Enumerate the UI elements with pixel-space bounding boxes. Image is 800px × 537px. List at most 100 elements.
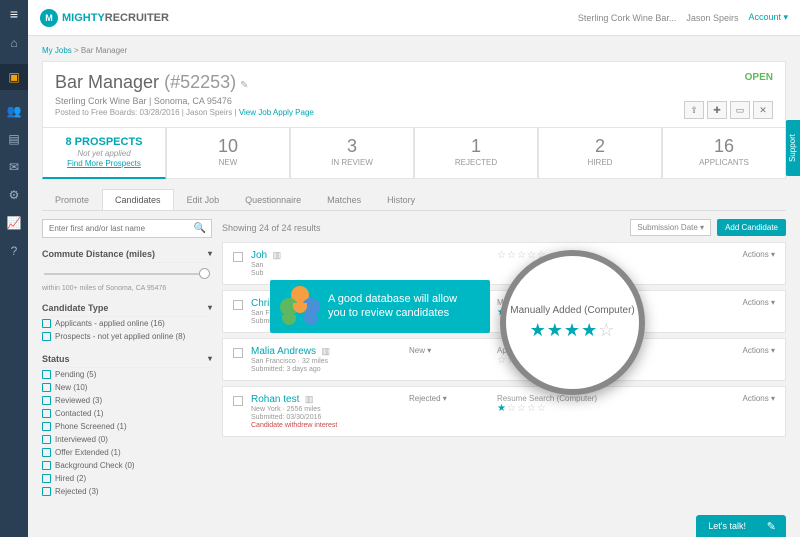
find-prospects-link[interactable]: Find More Prospects	[67, 159, 141, 168]
edit-icon[interactable]: ✎	[240, 80, 248, 91]
checkbox-icon[interactable]	[42, 370, 51, 379]
candidate-name[interactable]: Malia Andrews	[251, 346, 316, 357]
checkbox-icon[interactable]	[42, 332, 51, 341]
actions-menu[interactable]: Actions ▾	[743, 394, 775, 403]
archive-icon[interactable]: ▭	[730, 101, 750, 119]
status-dropdown[interactable]: New ▾	[409, 346, 489, 355]
tab-row: Promote Candidates Edit Job Questionnair…	[42, 189, 786, 211]
checkbox-icon[interactable]	[42, 319, 51, 328]
checkbox-icon[interactable]	[42, 409, 51, 418]
candidate-row[interactable]: Joh ▥SanSub☆☆☆☆☆Actions ▾	[222, 242, 786, 285]
stat-applicants[interactable]: 16APPLICANTS	[662, 128, 786, 179]
checkbox-icon[interactable]	[42, 474, 51, 483]
job-status-badge: OPEN	[745, 72, 773, 83]
checkbox-icon[interactable]	[42, 435, 51, 444]
commute-slider[interactable]	[44, 273, 210, 275]
checkbox-icon[interactable]	[42, 383, 51, 392]
document-icon[interactable]: ▥	[270, 250, 281, 260]
filter-checkbox[interactable]: New (10)	[42, 381, 212, 394]
filter-checkbox[interactable]: Hired (2)	[42, 472, 212, 485]
reports-icon[interactable]: 📈	[0, 216, 28, 230]
briefcase-icon[interactable]: ▣	[0, 64, 28, 90]
chevron-down-icon[interactable]: ▾	[208, 354, 212, 364]
tooltip-bubble: A good database will allow you to review…	[270, 280, 490, 333]
stat-prospects[interactable]: 8 PROSPECTS Not yet applied Find More Pr…	[42, 128, 166, 179]
row-checkbox[interactable]	[233, 252, 243, 262]
row-checkbox[interactable]	[233, 348, 243, 358]
candidate-name[interactable]: Rohan test	[251, 394, 299, 405]
row-checkbox[interactable]	[233, 300, 243, 310]
people-icon[interactable]: 👥	[0, 104, 28, 118]
tab-history[interactable]: History	[374, 189, 428, 210]
add-candidate-button[interactable]: Add Candidate	[717, 219, 786, 236]
rating-stars[interactable]: ★☆☆☆☆	[497, 403, 735, 414]
stat-hired[interactable]: 2HIRED	[538, 128, 662, 179]
filter-checkbox[interactable]: Pending (5)	[42, 368, 212, 381]
filter-checkbox[interactable]: Interviewed (0)	[42, 433, 212, 446]
crumb-myjobs[interactable]: My Jobs	[42, 46, 72, 55]
filter-checkbox[interactable]: Prospects - not yet applied online (8)	[42, 330, 212, 343]
filter-checkbox[interactable]: Background Check (0)	[42, 459, 212, 472]
search-input[interactable]	[42, 219, 212, 238]
candidate-name[interactable]: Joh	[251, 250, 267, 261]
filter-checkbox[interactable]: Offer Extended (1)	[42, 446, 212, 459]
hamburger-icon[interactable]: ≡	[10, 6, 18, 22]
tab-questionnaire[interactable]: Questionnaire	[232, 189, 314, 210]
actions-menu[interactable]: Actions ▾	[743, 346, 775, 355]
search-icon[interactable]: 🔍	[194, 223, 206, 234]
actions-menu[interactable]: Actions ▾	[743, 298, 775, 307]
logo-text-1: MIGHTY	[62, 12, 105, 24]
tab-promote[interactable]: Promote	[42, 189, 102, 210]
add-user-icon[interactable]: ✚	[707, 101, 727, 119]
filter-checkbox[interactable]: Contacted (1)	[42, 407, 212, 420]
filter-checkbox[interactable]: Phone Screened (1)	[42, 420, 212, 433]
logo[interactable]: M MIGHTYRECRUITER	[40, 9, 169, 27]
user-name[interactable]: Jason Speirs	[686, 13, 738, 23]
settings-icon[interactable]: ⚙	[0, 188, 28, 202]
job-header: Bar Manager (#52253)✎ OPEN Sterling Cork…	[42, 61, 786, 128]
document-icon[interactable]: ▥	[302, 394, 313, 404]
checkbox-icon[interactable]	[42, 461, 51, 470]
lens-stars: ★★★★☆	[530, 320, 616, 341]
view-apply-link[interactable]: View Job Apply Page	[239, 108, 314, 117]
filter-checkbox[interactable]: Applicants - applied online (16)	[42, 317, 212, 330]
close-icon[interactable]: ✕	[753, 101, 773, 119]
stats-row: 8 PROSPECTS Not yet applied Find More Pr…	[42, 128, 786, 179]
document-icon[interactable]: ▤	[0, 132, 28, 146]
checkbox-icon[interactable]	[42, 487, 51, 496]
company-name[interactable]: Sterling Cork Wine Bar...	[578, 13, 677, 23]
chat-icon[interactable]: ✉	[0, 160, 28, 174]
rating-stars[interactable]: ☆☆☆☆☆	[497, 250, 735, 261]
chat-widget[interactable]: Let's talk! ✎	[696, 515, 786, 537]
chevron-down-icon[interactable]: ▾	[208, 303, 212, 313]
stat-new[interactable]: 10NEW	[166, 128, 290, 179]
chevron-down-icon[interactable]: ▾	[208, 249, 212, 259]
row-checkbox[interactable]	[233, 396, 243, 406]
filter-checkbox[interactable]: Rejected (3)	[42, 485, 212, 498]
stat-review[interactable]: 3IN REVIEW	[290, 128, 414, 179]
status-dropdown[interactable]: Rejected ▾	[409, 394, 489, 403]
filter-type-header[interactable]: Candidate Type	[42, 303, 108, 313]
tab-matches[interactable]: Matches	[314, 189, 374, 210]
tab-candidates[interactable]: Candidates	[102, 189, 174, 210]
filter-status-header[interactable]: Status	[42, 354, 70, 364]
document-icon[interactable]: ▥	[319, 346, 330, 356]
actions-menu[interactable]: Actions ▾	[743, 250, 775, 259]
checkbox-icon[interactable]	[42, 396, 51, 405]
candidate-source: Resume Search (Computer)	[497, 394, 735, 403]
home-icon[interactable]: ⌂	[0, 36, 28, 50]
checkbox-icon[interactable]	[42, 448, 51, 457]
share-icon[interactable]: ⇪	[684, 101, 704, 119]
candidate-row[interactable]: Rohan test ▥New York · 2556 milesSubmitt…	[222, 386, 786, 437]
filter-commute-header[interactable]: Commute Distance (miles)	[42, 249, 155, 259]
checkbox-icon[interactable]	[42, 422, 51, 431]
account-menu[interactable]: Account ▾	[748, 12, 788, 23]
help-icon[interactable]: ?	[0, 244, 28, 258]
filter-checkbox[interactable]: Reviewed (3)	[42, 394, 212, 407]
people-icon	[278, 286, 322, 330]
slider-handle[interactable]	[199, 268, 210, 279]
tab-editjob[interactable]: Edit Job	[174, 189, 233, 210]
commute-note: within 100+ miles of Sonoma, CA 95476	[42, 285, 212, 292]
stat-rejected[interactable]: 1REJECTED	[414, 128, 538, 179]
sort-select[interactable]: Submission Date ▾	[630, 219, 711, 236]
